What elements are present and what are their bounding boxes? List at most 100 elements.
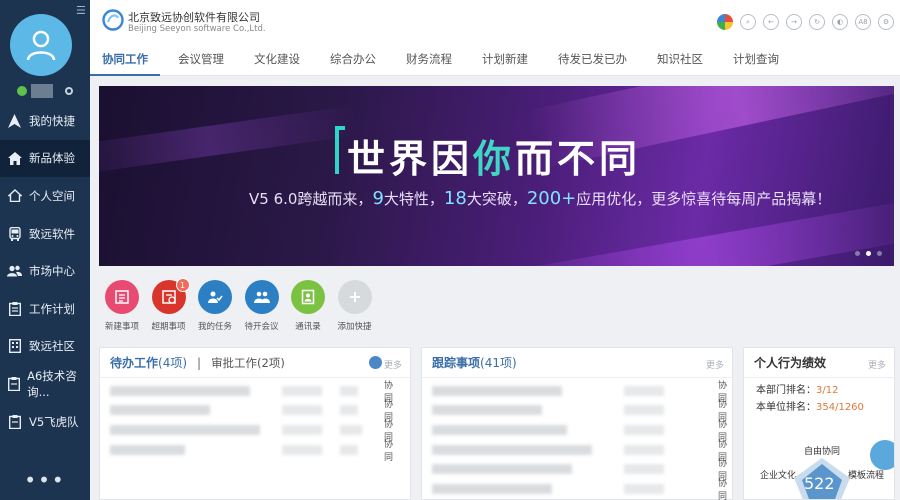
track-list: 协同 协同 协同 协同 协同 协同	[422, 378, 732, 500]
list-item[interactable]: 协同	[432, 381, 727, 404]
sidebar-item-personal-space[interactable]: 个人空间	[0, 177, 90, 215]
sidebar-item-new-experience[interactable]: 新品体验	[0, 139, 90, 178]
speaker-icon[interactable]	[870, 440, 894, 470]
tab-knowledge-community[interactable]: 知识社区	[645, 44, 715, 76]
redacted-text	[340, 405, 358, 416]
redacted-text	[624, 405, 664, 416]
clipboard-icon	[7, 301, 22, 316]
banner-title: 世界因你而不同	[347, 137, 642, 181]
share-icon[interactable]: ◐	[832, 14, 848, 30]
promo-banner[interactable]: 世界因你而不同 V5 6.0跨越而来，9大特性，18大突破，200+应用优化，更…	[99, 86, 894, 266]
carousel-dot[interactable]	[866, 251, 871, 256]
meeting-icon	[244, 280, 279, 314]
shortcut-label: 添加快捷	[337, 322, 372, 332]
performance-more-link[interactable]: 更多	[868, 358, 886, 371]
shortcut-upcoming-meetings[interactable]: 待开会议	[239, 280, 285, 332]
approval-tab[interactable]: 审批工作(2项)	[211, 355, 285, 371]
list-item[interactable]: 协同	[432, 420, 727, 443]
tab-office[interactable]: 综合办公	[318, 44, 388, 76]
sidebar-item-label: 个人空间	[29, 188, 75, 203]
radar-label-right: 模板流程	[848, 471, 885, 481]
back-icon[interactable]: ←	[763, 14, 779, 30]
carousel-dot[interactable]	[877, 251, 882, 256]
track-panel: 跟踪事项(41项) 更多 协同 协同 协同 协同 协同 协同	[421, 347, 733, 500]
sidebar-item-seeyon-software[interactable]: 致远软件	[0, 215, 90, 253]
navigation-arrow-icon	[7, 113, 22, 128]
user-status	[17, 84, 73, 98]
list-item[interactable]: 协同	[110, 381, 400, 404]
shortcut-add[interactable]: 添加快捷	[332, 280, 378, 332]
tab-pending-sent-done[interactable]: 待发已发已办	[546, 44, 639, 76]
redacted-text	[340, 385, 358, 396]
redacted-text	[282, 405, 322, 416]
tab-divider: |	[197, 355, 202, 370]
shortcut-contacts[interactable]: 通讯录	[285, 280, 331, 332]
redacted-text	[110, 424, 260, 435]
sidebar-item-label: 工作计划	[29, 301, 75, 316]
shortcut-label: 待开会议	[244, 322, 279, 332]
todo-more-link[interactable]: 更多	[384, 358, 402, 371]
todo-tab[interactable]: 待办工作(4项)	[110, 354, 187, 371]
redacted-text	[110, 444, 185, 455]
list-item[interactable]: 协同	[432, 479, 727, 500]
redacted-text	[282, 444, 322, 455]
sidebar-item-label: 致远软件	[29, 226, 75, 241]
banner-decoration	[99, 105, 360, 177]
tab-culture[interactable]: 文化建设	[242, 44, 312, 76]
carousel-dots	[855, 251, 882, 256]
todo-panel-header: 待办工作(4项) | 审批工作(2项) 更多	[100, 348, 410, 378]
edit-icon[interactable]	[369, 356, 382, 369]
sidebar-item-market-center[interactable]: 市场中心	[0, 252, 90, 290]
tab-plan-query[interactable]: 计划查询	[721, 44, 791, 76]
track-panel-header: 跟踪事项(41项) 更多	[422, 348, 732, 378]
user-icon	[26, 30, 56, 61]
carousel-dot[interactable]	[855, 251, 860, 256]
tab-meeting-management[interactable]: 会议管理	[166, 44, 236, 76]
bus-icon	[7, 226, 22, 241]
sidebar-item-my-shortcuts[interactable]: 我的快捷	[0, 102, 90, 140]
refresh-icon[interactable]: ↻	[809, 14, 825, 30]
forward-icon[interactable]: →	[786, 14, 802, 30]
sidebar-more-button[interactable]: •••	[0, 468, 90, 492]
list-item[interactable]: 协同	[432, 440, 727, 463]
tab-plan-new[interactable]: 计划新建	[470, 44, 540, 76]
sidebar-nav: 我的快捷 新品体验 个人空间 致远软件 市场中心 工作计划 致远社区 A6技术咨…	[0, 102, 90, 440]
redacted-text	[432, 444, 592, 455]
building-icon	[7, 339, 22, 354]
sidebar-item-label: A6技术咨询...	[27, 368, 77, 399]
house-outline-icon	[7, 188, 22, 203]
list-item[interactable]: 协同	[110, 420, 400, 443]
sidebar-item-v5-team[interactable]: V5飞虎队	[0, 403, 90, 441]
list-item[interactable]: 协同	[432, 459, 727, 482]
settings-icon[interactable]: ⚙	[878, 14, 894, 30]
shortcut-overdue-item[interactable]: 1 超期事项	[146, 278, 192, 332]
search-icon[interactable]: ⌕	[740, 14, 756, 30]
tab-collaborative-work[interactable]: 协同工作	[90, 44, 160, 76]
sidebar-item-label: 市场中心	[29, 264, 75, 279]
shortcut-new-item[interactable]: 新建事项	[99, 280, 145, 332]
headset-icon[interactable]	[65, 87, 73, 95]
track-tab[interactable]: 跟踪事项(41项)	[432, 354, 517, 371]
list-item[interactable]: 协同	[110, 440, 400, 463]
redacted-text	[432, 405, 542, 416]
menu-toggle-icon[interactable]: ☰	[76, 4, 86, 17]
sidebar-item-label: V5飞虎队	[29, 414, 79, 429]
plus-icon	[337, 280, 372, 314]
list-item[interactable]: 协同	[432, 400, 727, 423]
sidebar-item-work-plan[interactable]: 工作计划	[0, 290, 90, 328]
sidebar-item-a6-tech-consult[interactable]: A6技术咨询...	[0, 365, 90, 403]
list-item[interactable]: 协同	[110, 400, 400, 423]
overdue-count-badge: 1	[175, 278, 190, 292]
font-size-icon[interactable]: A8	[855, 14, 871, 30]
shortcut-my-tasks[interactable]: 我的任务	[192, 280, 238, 332]
tab-finance-flow[interactable]: 财务流程	[394, 44, 464, 76]
company-name-cn: 北京致远协创软件有限公司	[128, 11, 260, 24]
redacted-text	[624, 385, 664, 396]
performance-panel: 个人行为绩效 更多 本部门排名：3/12 本单位排名：354/1260 自由协同…	[743, 347, 895, 500]
color-wheel-icon[interactable]	[717, 14, 733, 30]
track-more-link[interactable]: 更多	[706, 358, 724, 371]
shortcut-label: 通讯录	[295, 322, 321, 332]
sidebar-item-seeyon-community[interactable]: 致远社区	[0, 328, 90, 366]
redacted-text	[282, 424, 322, 435]
avatar[interactable]	[10, 14, 72, 76]
